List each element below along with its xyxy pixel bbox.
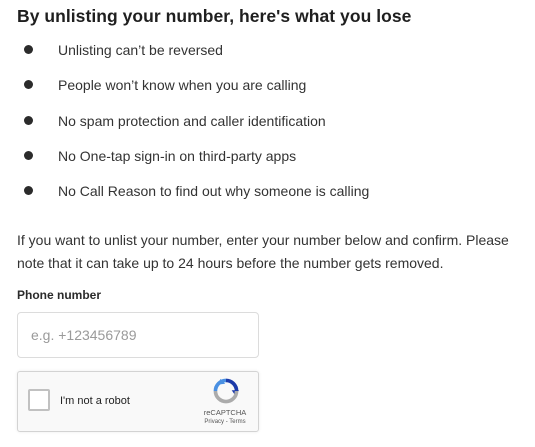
loss-text: Unlisting can’t be reversed (58, 42, 223, 58)
bullet-icon (24, 150, 33, 160)
privacy-link[interactable]: Privacy (204, 419, 224, 425)
bullet-icon (24, 115, 33, 125)
recaptcha-label: I'm not a robot (60, 395, 130, 407)
bullet-icon (24, 186, 33, 196)
terms-link[interactable]: Terms (229, 419, 245, 425)
recaptcha-links: Privacy - Terms (192, 419, 258, 425)
page-heading: By unlisting your number, here's what yo… (17, 6, 412, 26)
instructions-text: If you want to unlist your number, enter… (17, 232, 509, 271)
loss-text: People won’t know when you are calling (58, 77, 307, 94)
loss-text: No spam protection and caller identifica… (58, 112, 326, 129)
recaptcha-brand: reCAPTCHA (203, 408, 247, 417)
recaptcha-logo-icon (213, 378, 239, 404)
unlist-page: By unlisting your number, here's what yo… (0, 0, 535, 447)
bullet-icon (24, 45, 33, 54)
recaptcha-widget: I'm not a robot reCAPTCHA Privacy - Term… (17, 371, 259, 432)
loss-text: No Call Reason to find out why someone i… (58, 183, 370, 200)
phone-number-input[interactable] (17, 312, 259, 358)
bullet-icon (24, 80, 33, 90)
loss-text: No One-tap sign-in on third-party apps (58, 147, 297, 164)
phone-number-label: Phone number (17, 288, 102, 302)
recaptcha-checkbox[interactable] (28, 389, 50, 411)
